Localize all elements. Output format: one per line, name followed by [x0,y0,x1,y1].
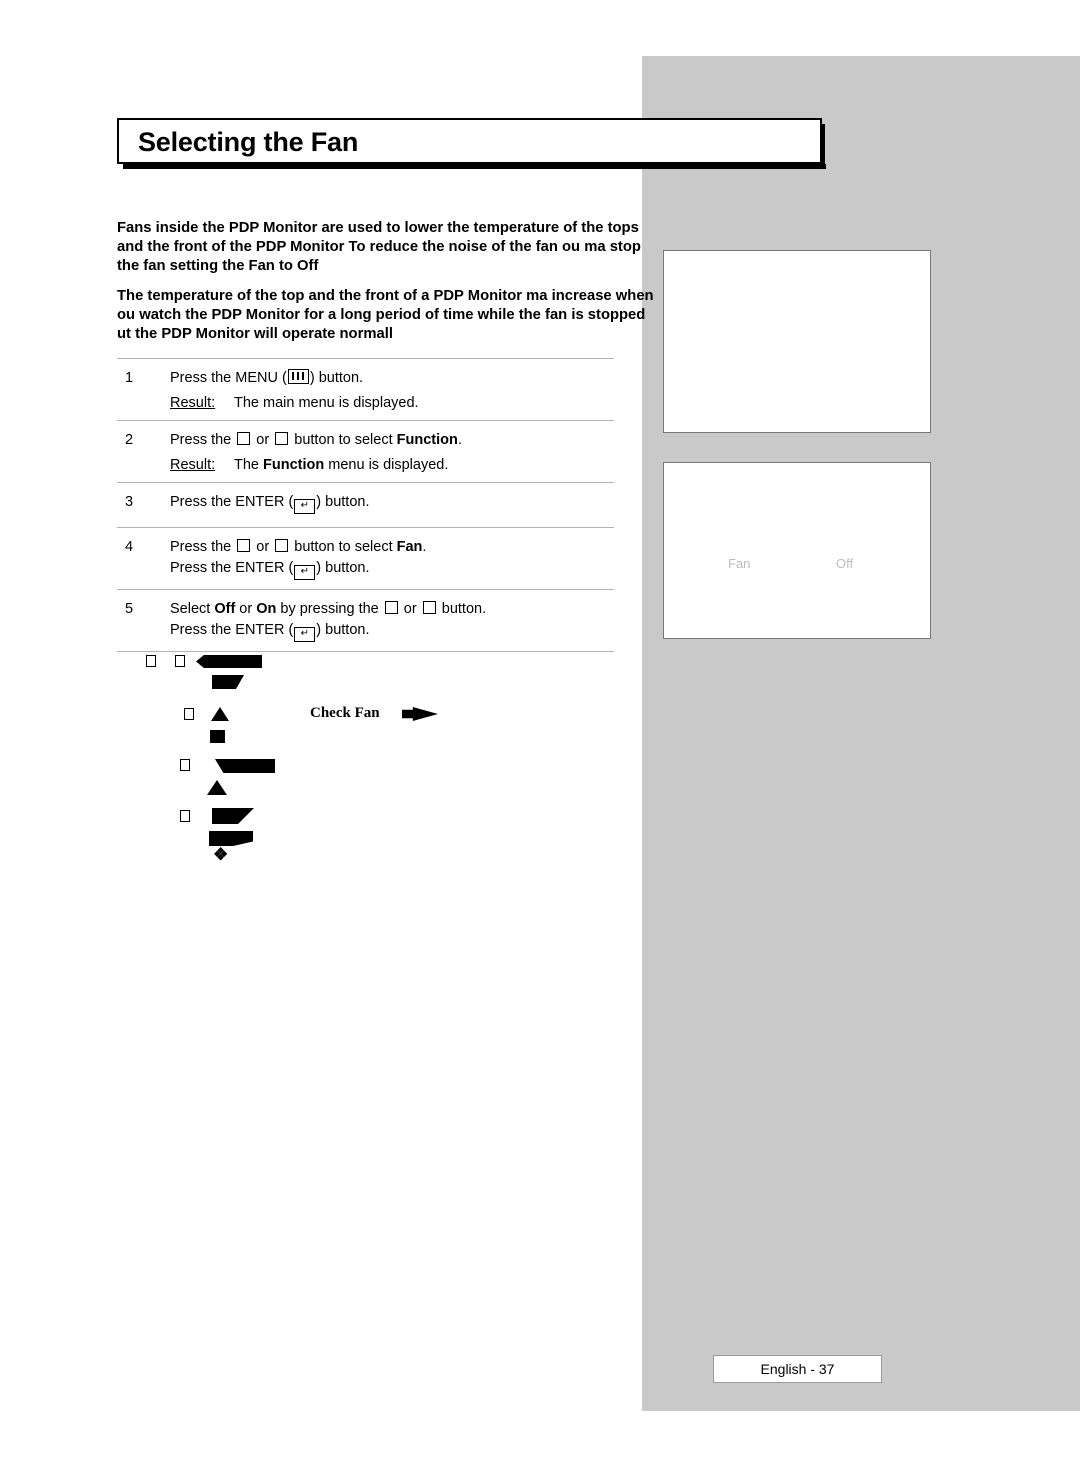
step-4-line2-post: ) button. [316,560,370,576]
step-2-result: Result: The Function menu is displayed. [170,457,614,473]
step-5-line1-pre: Select [170,601,215,617]
bullet-marker-3 [184,708,194,720]
step-4-bold-word: Fan [396,539,423,555]
step-2-result-label: Result: [170,457,216,473]
up-arrow-icon [384,601,398,614]
step-2-text-pre: Press the [170,432,236,448]
enter-icon: ↵ [294,627,316,642]
page-title-box: Selecting the Fan [117,118,822,164]
step-1-result-label: Result: [170,395,216,411]
notes-block: Check Fan ❖ [117,645,617,880]
step-5-number: 5 [125,601,134,617]
redaction-bar-1 [196,655,262,668]
step-1-result: Result: The main menu is displayed. [170,395,614,411]
menu-icon [287,369,309,384]
intro-paragraph-2: The temperature of the top and the front… [117,287,654,343]
enter-icon: ↵ [294,565,316,580]
step-5-option-off: Off [214,601,236,617]
step-4-line-1: Press the or button to select Fan. [170,539,427,555]
intro-paragraph-1: Fans inside the PDP Monitor are used to … [117,220,641,275]
step-2-body: Press the or button to select Function. [170,430,614,451]
step-2-result-bold: Function [263,457,325,473]
note-check-fan-label: Check Fan [310,705,380,721]
redaction-bar-5 [212,808,254,824]
triangle-glyph-1 [211,707,229,721]
step-2-text-mid: or [252,432,274,448]
bullet-marker-1 [146,655,156,667]
page-footer: English - 37 [713,1355,882,1383]
step-4-line-2: Press the ENTER (↵) button. [170,558,614,580]
title-shadow-bottom [123,164,826,169]
step-5-line1-or: or [235,601,257,617]
step-4-line1-tail: . [422,539,427,555]
triangle-glyph-2 [207,780,227,795]
step-4-line1-mid: or [252,539,274,555]
step-2-text-post: button to select Function. [290,432,462,448]
step-2-result-post: menu is displayed. [324,457,449,473]
redaction-square-1 [210,730,225,743]
down-arrow-icon [275,539,289,552]
step-4: 4 Press the or button to select Fan. Pre… [117,528,614,589]
bullet-marker-5 [180,810,190,822]
step-5: 5 Select Off or On by pressing the or bu… [117,590,614,651]
step-2-text-tail: . [457,432,462,448]
step-1-text-post: ) button. [309,370,364,386]
bullet-marker-4 [180,759,190,771]
step-1-body: Press the MENU ( ) button. [170,368,614,389]
osd-preview-box-1 [663,250,931,433]
step-2-number: 2 [125,432,134,448]
up-arrow-icon [237,432,251,445]
step-3-body: Press the ENTER (↵) button. [170,492,614,514]
down-arrow-icon [275,432,289,445]
step-5-option-on: On [256,601,277,617]
footer-label: English - 37 [760,1361,835,1377]
step-4-line1-pre: Press the [170,539,236,555]
step-2-result-pre: The [234,457,264,473]
step-5-line-1: Select Off or On by pressing the or butt… [170,599,614,620]
step-3: 3 Press the ENTER (↵) button. [117,483,614,527]
step-4-number: 4 [125,539,134,555]
step-1-result-text: The main menu is displayed. [234,395,419,411]
osd-row-fan-value: Off [836,556,854,571]
bullet-marker-2 [175,655,185,667]
step-5-line-2: Press the ENTER (↵) button. [170,620,614,642]
step-2-result-text: The Function menu is displayed. [234,457,448,473]
step-1: 1 Press the MENU ( ) button. Result: The … [117,359,614,420]
step-5-line1-mid2: or [399,601,421,617]
enter-icon: ↵ [294,499,316,514]
step-5-line1-post: button. [437,601,487,617]
osd-row-fan-label: Fan [728,556,751,571]
asterisk-glyph: ❖ [213,845,229,864]
step-4-body: Press the or button to select Fan. Press… [170,537,614,580]
redaction-bar-4 [215,759,275,773]
redaction-bar-2 [212,675,244,689]
step-5-line2-pre: Press the ENTER ( [170,622,294,638]
page-title: Selecting the Fan [138,127,359,157]
step-2: 2 Press the or button to select Function… [117,421,614,482]
up-arrow-icon [237,539,251,552]
osd-preview-box-2: Fan Off [663,462,931,639]
step-3-number: 3 [125,494,134,510]
step-3-text-post: ) button. [316,494,370,510]
step-5-line1-mid: by pressing the [276,601,383,617]
steps-list: 1 Press the MENU ( ) button. Result: The … [117,358,614,652]
step-1-number: 1 [125,370,134,386]
redaction-bar-3 [402,707,438,721]
step-1-text-pre: Press the MENU ( [170,370,287,386]
step-5-line2-post: ) button. [316,622,370,638]
down-arrow-icon [422,601,436,614]
step-5-body: Select Off or On by pressing the or butt… [170,599,614,642]
step-3-text-pre: Press the ENTER ( [170,494,294,510]
intro-block: Fans inside the PDP Monitor are used to … [117,219,657,344]
redaction-bar-6 [209,831,253,846]
step-2-bold-word: Function [396,432,458,448]
step-4-line2-pre: Press the ENTER ( [170,560,294,576]
